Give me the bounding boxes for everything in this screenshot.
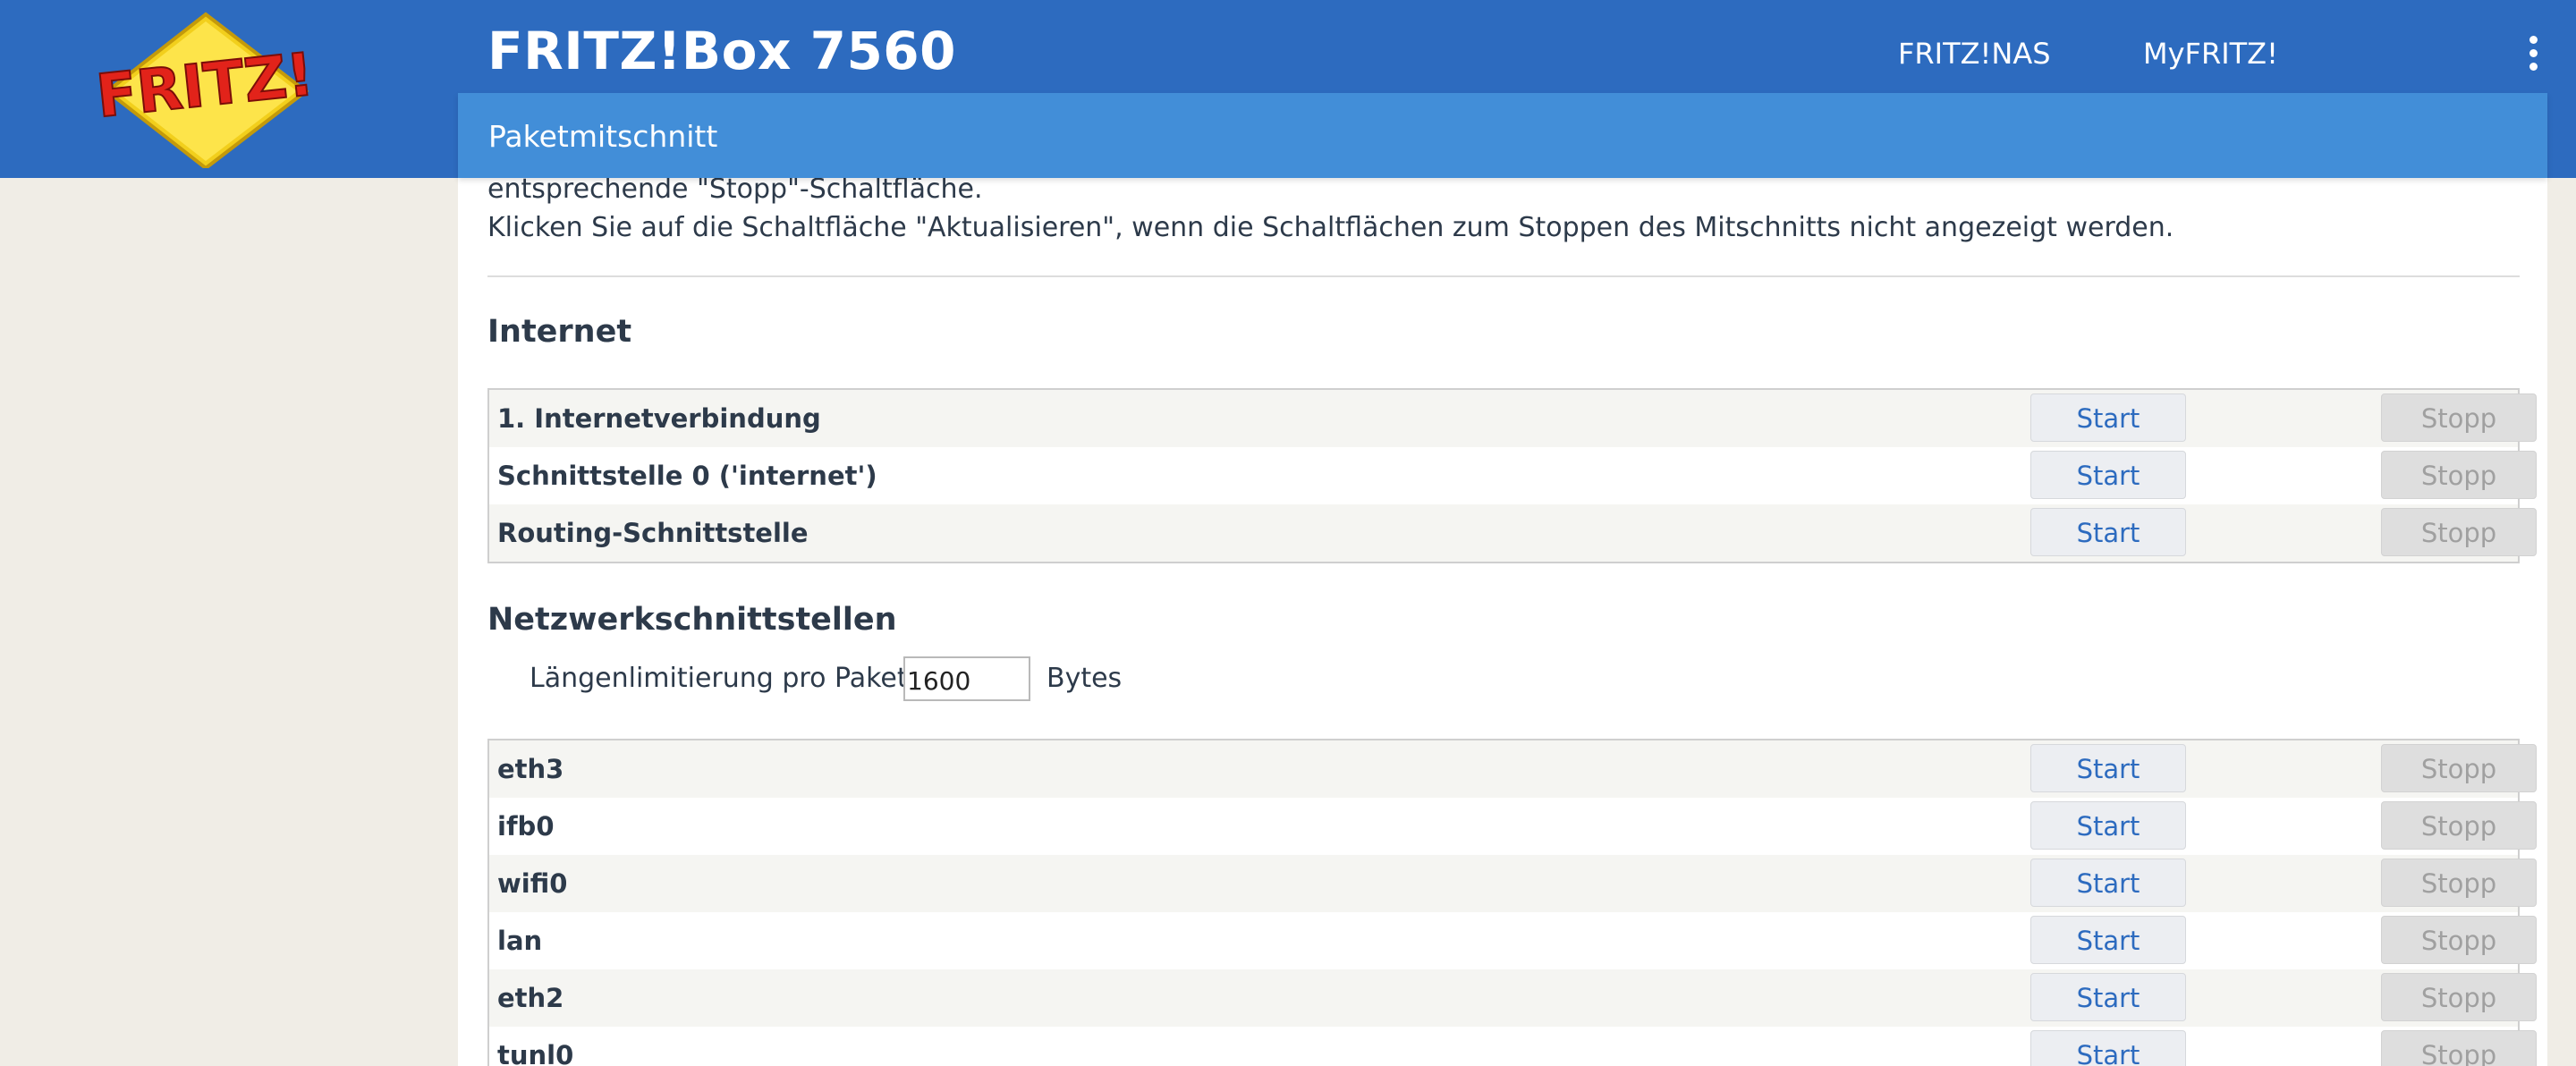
internet-heading: Internet [487,314,632,350]
fritz-logo[interactable]: FRITZ! [98,11,313,168]
start-button[interactable]: Start [2030,859,2186,907]
svg-text:FRITZ!: FRITZ! [98,40,313,131]
nav-myfritz-link[interactable]: MyFRITZ! [2143,34,2278,73]
packet-length-unit: Bytes [1046,663,1123,694]
row-label: wifi0 [497,868,568,899]
divider [487,275,2520,277]
network-interfaces-table: eth3 Start Stopp ifb0 Start Stopp wifi0 … [487,739,2537,1066]
kebab-menu-icon[interactable] [2526,36,2540,72]
intro-text-line-2: Klicken Sie auf die Schaltfläche "Aktual… [487,212,2174,243]
packet-length-limit-input[interactable] [903,656,1030,701]
row-label: tunl0 [497,1040,574,1066]
table-row: 1. Internetverbindung Start Stopp [489,390,2537,447]
start-button[interactable]: Start [2030,973,2186,1021]
row-label: eth3 [497,754,564,784]
stop-button[interactable]: Stopp [2381,393,2537,442]
row-label: Routing-Schnittstelle [497,518,809,548]
start-button[interactable]: Start [2030,744,2186,792]
table-row: wifi0 Start Stopp [489,855,2537,912]
stop-button[interactable]: Stopp [2381,744,2537,792]
stop-button[interactable]: Stopp [2381,508,2537,556]
stop-button[interactable]: Stopp [2381,801,2537,850]
table-row: Routing-Schnittstelle Start Stopp [489,504,2537,562]
row-label: lan [497,926,543,956]
page-title: Paketmitschnitt [488,119,718,154]
start-button[interactable]: Start [2030,916,2186,964]
table-row: Schnittstelle 0 ('internet') Start Stopp [489,447,2537,504]
stop-button[interactable]: Stopp [2381,916,2537,964]
packet-length-limit-label: Längenlimitierung pro Paket [530,663,908,694]
stop-button[interactable]: Stopp [2381,973,2537,1021]
start-button[interactable]: Start [2030,801,2186,850]
product-title: FRITZ!Box 7560 [487,21,957,81]
start-button[interactable]: Start [2030,451,2186,499]
table-row: tunl0 Start Stopp [489,1027,2537,1066]
table-row: lan Start Stopp [489,912,2537,969]
table-row: eth2 Start Stopp [489,969,2537,1027]
table-row: eth3 Start Stopp [489,740,2537,798]
start-button[interactable]: Start [2030,1030,2186,1066]
start-button[interactable]: Start [2030,508,2186,556]
row-label: 1. Internetverbindung [497,403,821,434]
nav-fritznas-link[interactable]: FRITZ!NAS [1898,34,2051,73]
stop-button[interactable]: Stopp [2381,1030,2537,1066]
network-interfaces-heading: Netzwerkschnittstellen [487,602,897,638]
main-content: entsprechende "Stopp"-Schaltfläche. Klic… [458,170,2547,1066]
internet-table: 1. Internetverbindung Start Stopp Schnit… [487,388,2537,563]
row-label: Schnittstelle 0 ('internet') [497,461,877,491]
row-label: eth2 [497,983,564,1013]
row-label: ifb0 [497,811,555,842]
table-row: ifb0 Start Stopp [489,798,2537,855]
stop-button[interactable]: Stopp [2381,859,2537,907]
page-subheader: Paketmitschnitt [458,93,2547,178]
start-button[interactable]: Start [2030,393,2186,442]
stop-button[interactable]: Stopp [2381,451,2537,499]
